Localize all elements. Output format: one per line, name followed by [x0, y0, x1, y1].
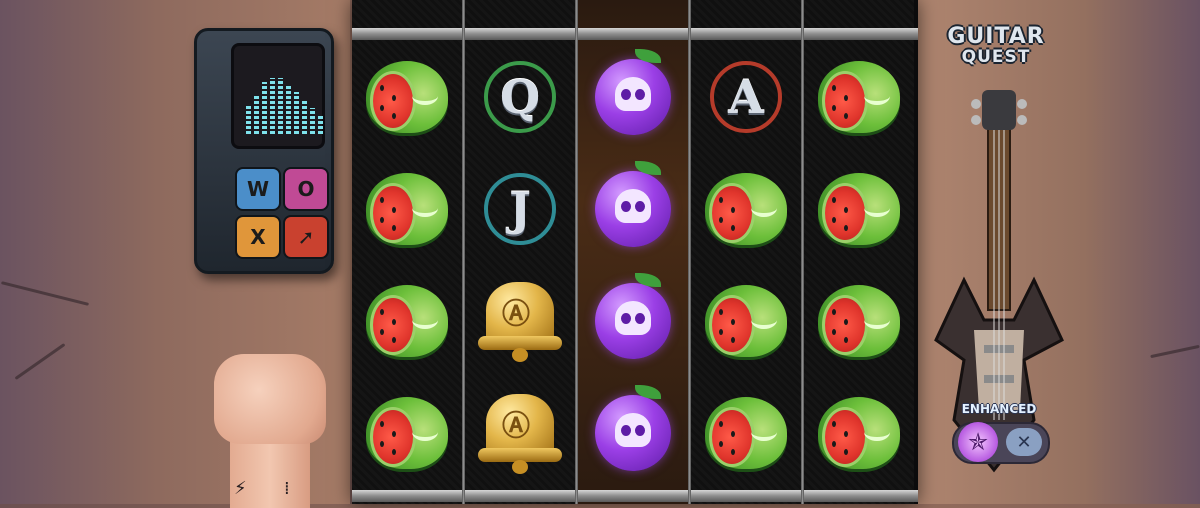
reel-bottom-frame — [352, 490, 918, 502]
device-button-w[interactable]: W — [235, 167, 281, 211]
reel-grid: Q J Ⓐ Ⓐ A — [352, 0, 918, 504]
enhanced-off-button[interactable]: ✕ — [1006, 428, 1042, 456]
reel-cell — [352, 154, 462, 264]
bell-icon: Ⓐ — [478, 276, 562, 366]
reel-cell — [352, 42, 462, 152]
watermelon-icon — [818, 173, 900, 245]
skull-plum-icon — [595, 161, 671, 247]
reel-cell: Ⓐ — [465, 266, 575, 376]
reel-cell — [352, 378, 462, 488]
reel-cell — [578, 154, 688, 264]
watermelon-icon — [366, 285, 448, 357]
reel-cell — [804, 154, 914, 264]
equalizer-screen — [231, 43, 325, 149]
watermelon-icon — [705, 173, 787, 245]
reel-cell: J — [465, 154, 575, 264]
device-button-arrow[interactable]: ➚ — [283, 215, 329, 259]
watermelon-icon — [818, 61, 900, 133]
game-logo: GUITAR QUEST — [944, 16, 1048, 88]
watermelon-icon — [818, 397, 900, 469]
watermelon-icon — [705, 285, 787, 357]
watermelon-icon — [818, 285, 900, 357]
reel-cell — [804, 266, 914, 376]
logo-title-line1: GUITAR — [947, 24, 1045, 49]
bell-icon: Ⓐ — [478, 388, 562, 478]
reel-cell — [691, 266, 801, 376]
watermelon-icon — [705, 397, 787, 469]
device-button-o[interactable]: O — [283, 167, 329, 211]
letter-q-icon: Q — [478, 55, 562, 139]
reel-cell — [578, 378, 688, 488]
enhanced-label: ENHANCED — [961, 402, 1037, 416]
skull-plum-icon — [595, 273, 671, 359]
equalizer-bars-icon — [246, 78, 323, 134]
watermelon-icon — [366, 397, 448, 469]
reel-cell — [691, 154, 801, 264]
fist-icon: ⚡ ⁞ — [210, 348, 330, 508]
letter-a-icon: A — [704, 55, 788, 139]
dots-tattoo-icon: ⁞ — [284, 478, 290, 499]
device-button-x[interactable]: X — [235, 215, 281, 259]
reel-cell — [578, 42, 688, 152]
enhanced-toggle[interactable]: ✯ ✕ — [952, 422, 1050, 464]
reel-cell — [804, 378, 914, 488]
watermelon-icon — [366, 61, 448, 133]
letter-j-icon: J — [478, 167, 562, 251]
skull-plum-icon — [595, 385, 671, 471]
reel-cell: Ⓐ — [465, 378, 575, 488]
pentagram-icon: ✯ — [958, 422, 998, 462]
lightning-tattoo-icon: ⚡ — [234, 478, 247, 499]
reel-cell: Q — [465, 42, 575, 152]
reel-top-frame — [352, 28, 918, 40]
watermelon-icon — [366, 173, 448, 245]
sound-device: W O X ➚ — [194, 28, 334, 274]
reel-cell — [352, 266, 462, 376]
reel-cell — [578, 266, 688, 376]
skull-plum-icon — [595, 49, 671, 135]
reel-cell — [691, 378, 801, 488]
enhanced-feature: ENHANCED ✯ ✕ — [946, 400, 1052, 466]
logo-title-line2: QUEST — [961, 47, 1031, 67]
reel-cell — [804, 42, 914, 152]
reel-cell: A — [691, 42, 801, 152]
